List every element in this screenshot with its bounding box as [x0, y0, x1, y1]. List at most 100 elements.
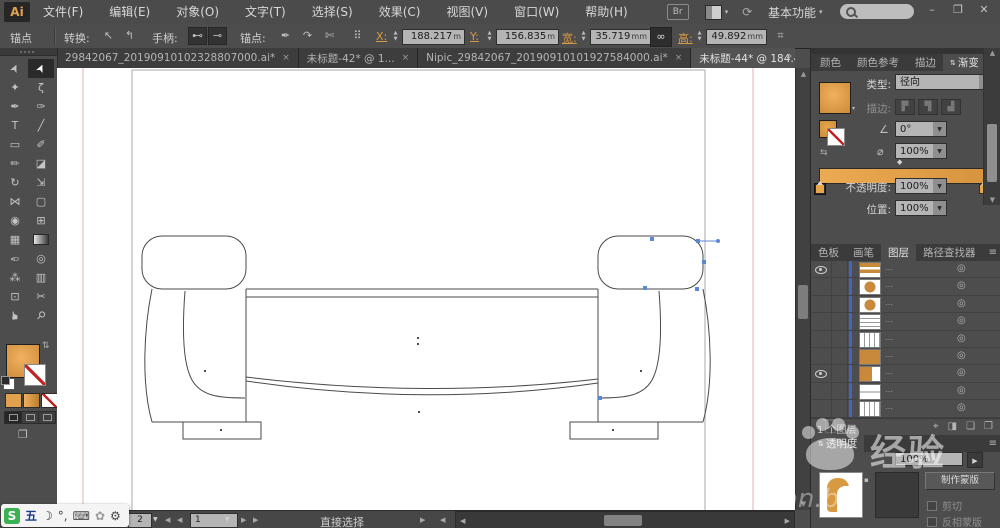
moon-icon[interactable]: ☽	[42, 509, 53, 523]
scroll-up-icon[interactable]: ▲	[796, 70, 811, 78]
width-label[interactable]: 宽:	[562, 30, 577, 46]
y-input[interactable]: 156.835m	[496, 29, 559, 45]
menu-item[interactable]: 文字(T)	[232, 0, 299, 24]
selection-tool[interactable]: ➤	[2, 59, 28, 78]
layer-thumbnail[interactable]	[859, 384, 881, 400]
slice-tool[interactable]: ✂	[28, 287, 54, 306]
layers-scrollbar[interactable]: ▲ ▼	[983, 48, 1000, 205]
column-graph-tool[interactable]: ▥	[28, 268, 54, 287]
locate-object-icon[interactable]: ⌖	[933, 421, 939, 432]
layer-row[interactable]: ⋯ ◎	[811, 313, 1000, 330]
scroll-left-icon[interactable]: ◀	[460, 517, 465, 525]
line-segment-tool[interactable]: ╱	[28, 116, 54, 135]
scroll-down-icon[interactable]: ▼	[984, 196, 1000, 204]
tab-transparency[interactable]: ⇅ 透明度	[811, 435, 864, 452]
lock-cell[interactable]	[831, 278, 848, 294]
panel-menu-icon[interactable]: ≡	[989, 247, 997, 258]
layer-row[interactable]: ⋯ ◎	[811, 296, 1000, 313]
menu-item[interactable]: 编辑(E)	[96, 0, 163, 24]
layer-row[interactable]: ⋯ ◎	[811, 400, 1000, 417]
tab-close-icon[interactable]: ×	[402, 53, 410, 63]
tab-close-icon[interactable]: ×	[675, 53, 683, 63]
search-input[interactable]	[840, 4, 914, 19]
document-tab[interactable]: 29842067_20190910102328807000.ai* ×	[57, 48, 299, 68]
gradient-angle-select[interactable]: 0° ▼	[895, 121, 947, 137]
document-tab[interactable]: 未标题-44* @ 184.42% (CMYK/轮廓) ×	[691, 48, 795, 68]
draw-inside-button[interactable]	[38, 411, 56, 424]
new-sublayer-icon[interactable]: ❏	[966, 421, 975, 432]
tab-brushes[interactable]: 画笔	[846, 244, 881, 261]
lock-cell[interactable]	[831, 296, 848, 312]
horizontal-scroll-thumb[interactable]	[604, 515, 642, 526]
width-tool[interactable]: ⋈	[2, 192, 28, 211]
layer-row[interactable]: ⋯ ◎	[811, 278, 1000, 295]
layer-thumbnail[interactable]	[859, 366, 881, 382]
convert-corner-icon[interactable]: ↖	[100, 28, 117, 44]
new-layer-icon[interactable]: ❐	[984, 421, 993, 432]
layer-thumbnail[interactable]	[859, 349, 881, 365]
zoom-caret-icon[interactable]: ▼	[153, 516, 158, 523]
layer-thumbnail[interactable]	[859, 401, 881, 417]
status-next-icon[interactable]: ▶	[420, 516, 425, 524]
sync-settings-icon[interactable]: ⟳	[742, 5, 752, 19]
layer-thumbnail[interactable]	[859, 332, 881, 348]
arrange-documents-icon[interactable]	[705, 5, 722, 20]
menu-item[interactable]: 视图(V)	[433, 0, 501, 24]
blend-tool[interactable]: ◎	[28, 249, 54, 268]
scroll-up-icon[interactable]: ▲	[984, 49, 1000, 57]
target-icon[interactable]: ◎	[957, 367, 966, 378]
panel-menu-icon[interactable]: ≡	[989, 438, 997, 449]
lock-cell[interactable]	[831, 383, 848, 399]
toolbox-icon[interactable]: ⚙	[110, 509, 121, 523]
scroll-right-icon[interactable]: ▶	[785, 517, 790, 525]
show-handles-icon[interactable]: ⊷	[188, 27, 207, 45]
tools-panel-grip[interactable]	[0, 48, 57, 56]
artboard-tool[interactable]: ⊡	[2, 287, 28, 306]
y-stepper[interactable]: ▲▼	[484, 28, 495, 44]
color-mode-button[interactable]	[5, 393, 22, 408]
layer-thumbnail[interactable]	[859, 314, 881, 330]
minimize-button[interactable]: –	[920, 2, 944, 18]
perspective-grid-tool[interactable]: ⊞	[28, 211, 54, 230]
symbol-sprayer-tool[interactable]: ⁂	[2, 268, 28, 287]
status-prev-icon[interactable]: ◀	[440, 516, 445, 524]
lock-cell[interactable]	[831, 261, 848, 277]
scale-tool[interactable]: ⇲	[28, 173, 54, 192]
height-label[interactable]: 高:	[678, 30, 693, 46]
vertical-scroll-thumb[interactable]	[798, 285, 808, 319]
tab-layers[interactable]: 图层	[881, 244, 916, 261]
add-anchor-icon[interactable]: ✒	[277, 28, 294, 44]
hand-tool[interactable]: ☛	[2, 306, 28, 325]
target-icon[interactable]: ◎	[957, 350, 966, 361]
connect-path-icon[interactable]: ↷	[299, 28, 316, 44]
gradient-across-stroke-icon[interactable]: ▟	[941, 99, 961, 115]
width-input[interactable]: 35.719mm	[590, 29, 651, 45]
tab-stroke[interactable]: 描边	[906, 54, 943, 71]
visibility-cell[interactable]	[811, 383, 832, 399]
delete-layer-icon[interactable]	[825, 422, 836, 433]
gradient-opacity-select[interactable]: 100% ▼	[895, 178, 947, 194]
magic-wand-tool[interactable]: ✦	[2, 78, 28, 97]
target-icon[interactable]: ◎	[957, 263, 966, 274]
tab-color-guide[interactable]: 颜色参考	[848, 54, 906, 71]
layer-row[interactable]: ⋯ ◎	[811, 365, 1000, 382]
lock-cell[interactable]	[831, 348, 848, 364]
stroke-color-swatch[interactable]	[24, 364, 46, 386]
target-icon[interactable]: ◎	[957, 385, 966, 396]
opacity-slider-icon[interactable]: ▶	[967, 452, 983, 468]
width-stepper[interactable]: ▲▼	[578, 28, 589, 44]
clip-checkbox[interactable]: 剪切	[927, 498, 962, 513]
layer-row[interactable]: ⋯ ◎	[811, 383, 1000, 400]
menu-item[interactable]: 帮助(H)	[572, 0, 640, 24]
draw-normal-button[interactable]	[4, 411, 22, 424]
lock-cell[interactable]	[831, 365, 848, 381]
visibility-cell[interactable]	[811, 296, 832, 312]
layer-thumbnail[interactable]	[859, 262, 881, 278]
curvature-pen-tool[interactable]: ✑	[28, 97, 54, 116]
visibility-cell[interactable]	[811, 261, 832, 277]
lock-cell[interactable]	[831, 331, 848, 347]
document-tab[interactable]: 未标题-42* @ 1... ×	[299, 48, 418, 68]
gradient-midpoint-icon[interactable]: ◆	[897, 158, 902, 166]
document-tab[interactable]: Nipic_29842067_20190910101927584000.ai* …	[418, 48, 691, 68]
x-stepper[interactable]: ▲▼	[390, 28, 401, 44]
